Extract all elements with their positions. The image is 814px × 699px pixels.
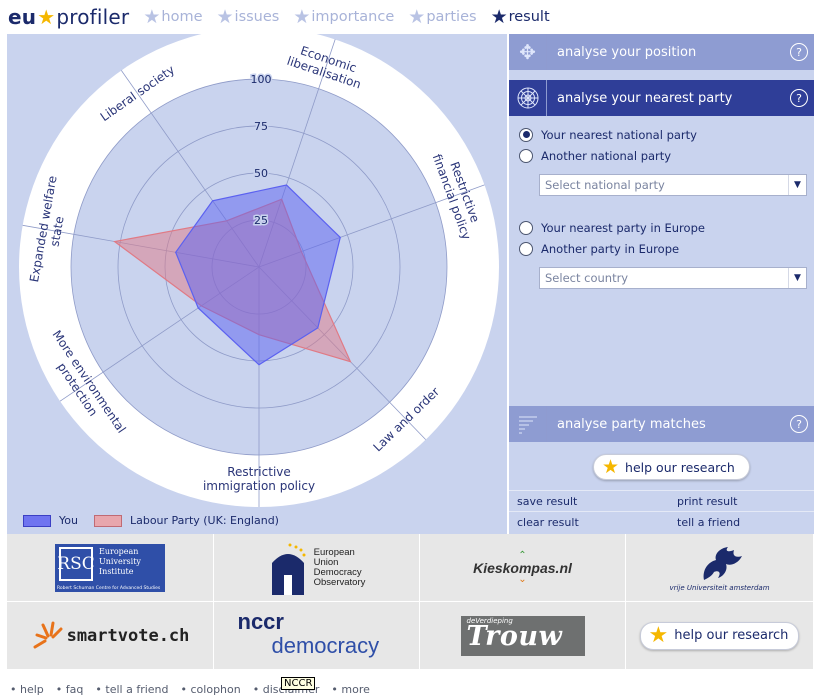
footer-more-link[interactable]: • more [331,683,374,696]
chart-legend: You Labour Party (UK: England) [23,514,279,527]
radio-unchecked[interactable] [519,148,533,163]
analyse-nearest-party-header[interactable]: analyse your nearest party ? [509,80,814,116]
star-icon: ★ [216,6,234,28]
chevron-down-icon: ▼ [788,268,806,288]
smartvote-burst-icon [33,621,63,648]
analyse-party-matches-label: analyse party matches [557,416,706,432]
tick-label-100: 100 [251,73,272,86]
help-research-cell: ★ help our research [626,602,814,670]
trouw-logo[interactable]: deVerdieping Trouw [420,602,626,670]
nav-importance[interactable]: ★ importance [293,6,394,28]
legend-label-you: You [59,514,78,527]
smartvote-logo[interactable]: smartvote.ch [7,602,214,670]
top-navigation: eu ★ profiler ★ home ★ issues ★ importance … [0,0,814,34]
footer-tell-a-friend-link[interactable]: • tell a friend [95,683,172,696]
rsc-emblem: RSC [57,546,95,581]
move-arrows-icon: ✥ [509,34,547,70]
europe-party-options: Your nearest party in Europe Another par… [519,217,705,259]
help-question-icon[interactable]: ? [790,89,808,107]
radio-unchecked[interactable] [519,220,533,235]
nav-home[interactable]: ★ home [143,6,202,28]
star-icon: ★ [143,6,161,28]
help-our-research-button[interactable]: ★ help our research [593,454,750,480]
star-icon: ★ [602,456,620,478]
help-question-icon[interactable]: ? [790,415,808,433]
kieskompas-logo[interactable]: ⌃ Kieskompas.nl ⌄ [420,534,626,602]
option-another-national[interactable]: Another national party [519,145,697,166]
nav-parties[interactable]: ★ parties [408,6,476,28]
radar-chart: 255075100EconomicliberalisationRestricti… [19,34,499,507]
save-result-link[interactable]: save result [509,495,669,508]
clear-result-link[interactable]: clear result [509,516,669,529]
tooltip: NCCR [281,677,316,690]
analyse-position-label: analyse your position [557,44,697,60]
eudo-logo[interactable]: European Union Democracy Observatory [214,534,420,602]
footer-faq-link[interactable]: • faq [56,683,88,696]
national-party-options: Your nearest national party Another nati… [519,124,697,166]
chevron-down-icon: ▼ [788,175,806,195]
option-another-europe[interactable]: Another party in Europe [519,238,705,259]
select-country[interactable]: Select country ▼ [539,267,807,289]
legend-swatch-you [23,514,51,527]
footer-colophon-link[interactable]: • colophon [181,683,245,696]
griffin-icon [703,546,742,580]
analysis-panel: ✥ analyse your position ? analyse your n… [509,34,814,534]
print-result-link[interactable]: print result [669,495,737,508]
nccr-democracy-logo[interactable]: nccr democracy [214,602,420,670]
help-question-icon[interactable]: ? [790,43,808,61]
star-icon: ★ [490,6,508,28]
nav-issues[interactable]: ★ issues [217,6,280,28]
partner-logos: RSC European University Institute Robert… [7,534,814,670]
logo-profiler-text: profiler [56,5,130,29]
tick-label-25: 25 [254,214,268,227]
analyse-party-matches-header[interactable]: analyse party matches ? [509,406,814,442]
eudo-building-icon [271,543,306,595]
analyse-nearest-party-label: analyse your nearest party [557,90,733,106]
nav-result[interactable]: ★ result [491,6,550,28]
legend-swatch-labour [93,514,122,527]
footer-links: • help • faq • tell a friend • colophon … [10,683,378,696]
help-our-research-button-bottom[interactable]: ★ help our research [639,621,800,650]
result-actions: save result print result clear result te… [509,490,814,532]
star-icon: ★ [408,6,426,28]
tick-label-75: 75 [254,120,268,133]
logo-eu-text: eu [8,5,37,29]
tell-a-friend-link[interactable]: tell a friend [669,516,740,529]
analyse-position-header[interactable]: ✥ analyse your position ? [509,34,814,70]
star-icon: ★ [37,5,56,29]
spiderweb-icon [509,80,547,116]
option-nearest-national[interactable]: Your nearest national party [519,124,697,145]
arrow-up-icon: ⌃ [518,549,527,561]
legend-label-labour: Labour Party (UK: England) [129,514,279,527]
euprofiler-logo[interactable]: eu ★ profiler [8,5,129,29]
star-icon: ★ [648,623,669,648]
option-nearest-europe[interactable]: Your nearest party in Europe [519,217,705,238]
lines-icon [509,406,547,442]
radar-chart-panel: 25 50 75 100 Economicliberalisation Restricti… [7,34,507,534]
arrow-down-icon: ⌄ [518,573,527,585]
tick-label-50: 50 [254,167,268,180]
star-icon: ★ [293,6,311,28]
vu-amsterdam-logo[interactable]: vrije Universiteit amsterdam [626,534,814,602]
footer-help-link[interactable]: • help [10,683,48,696]
radio-unchecked[interactable] [519,241,533,256]
select-national-party[interactable]: Select national party ▼ [539,174,807,196]
radio-checked[interactable] [519,127,533,142]
eui-logo[interactable]: RSC European University Institute Robert… [7,534,214,602]
